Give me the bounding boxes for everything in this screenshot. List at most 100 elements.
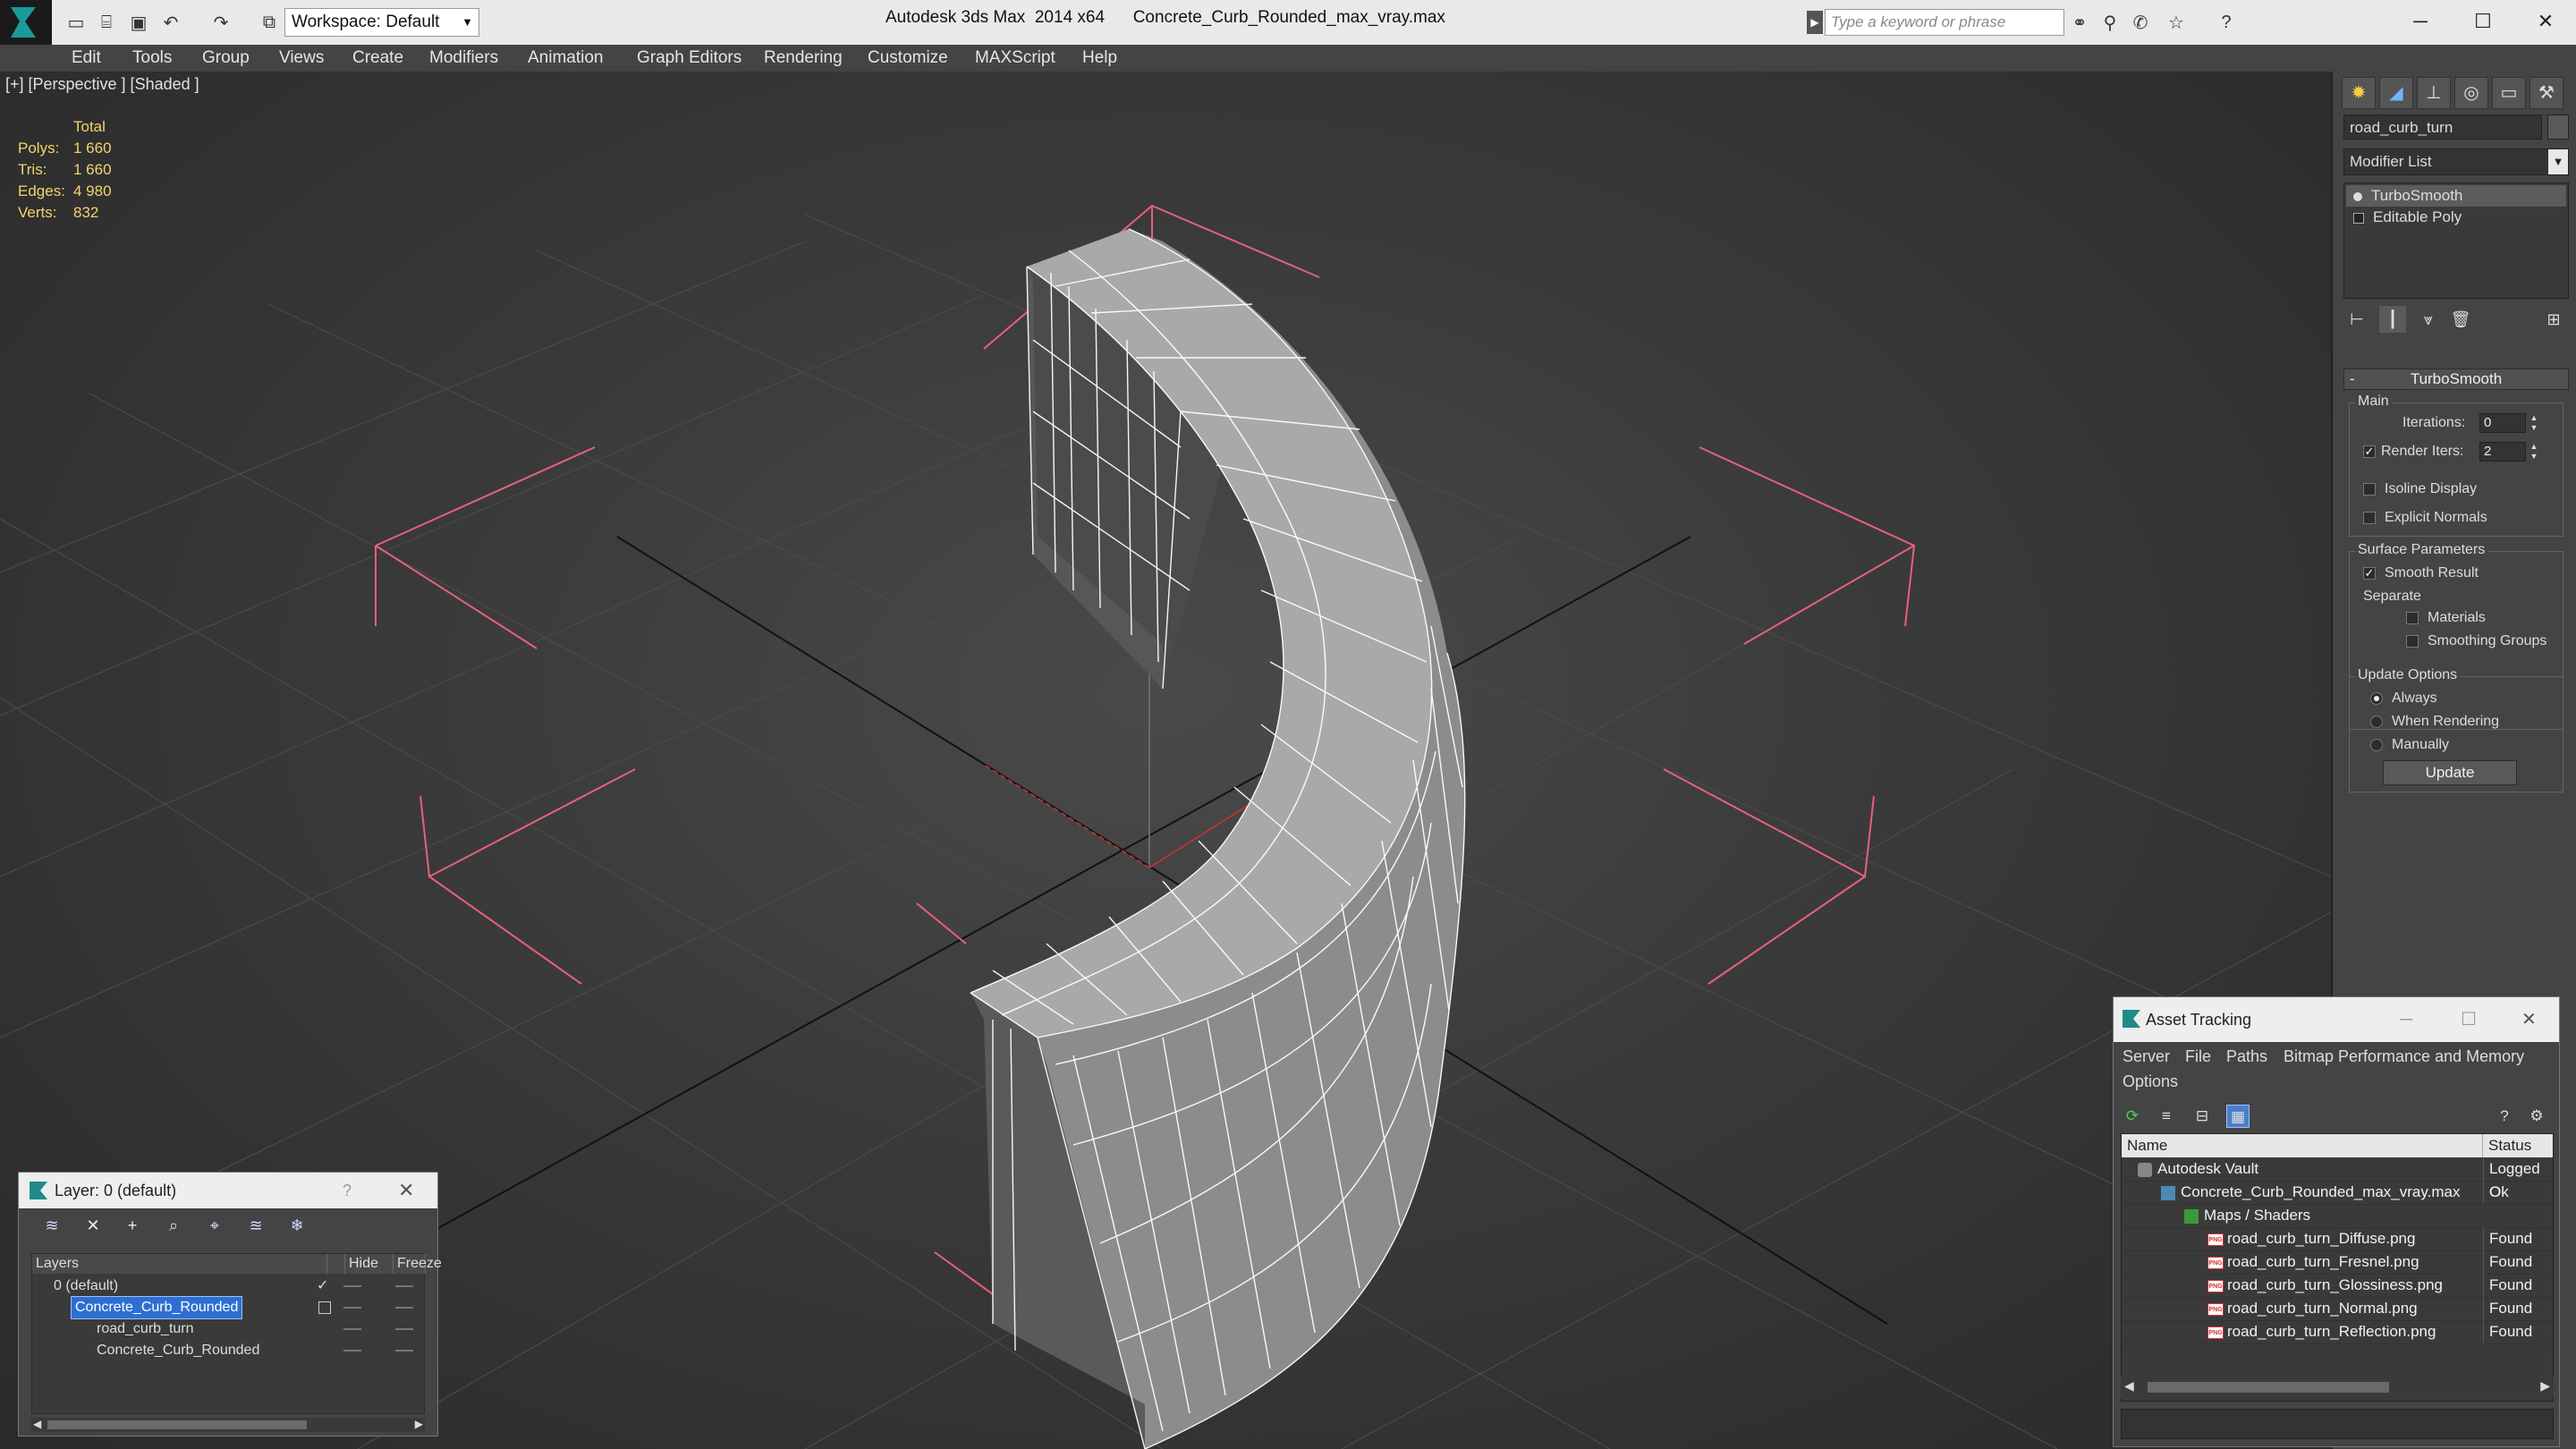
modifier-list-dropdown[interactable]: Modifier List ▼ <box>2343 148 2569 175</box>
freeze-all-icon[interactable]: ❄ <box>285 1214 309 1237</box>
column-header-freeze[interactable]: Freeze <box>394 1254 442 1274</box>
close-icon[interactable]: ✕ <box>2519 4 2572 39</box>
column-header-name[interactable]: Name <box>2122 1134 2483 1157</box>
menu-help[interactable]: Help <box>1082 45 1117 72</box>
hierarchy-tab-icon[interactable]: ⊥ <box>2417 77 2451 109</box>
menu-edit[interactable]: Edit <box>72 45 101 72</box>
layer-row[interactable]: road_curb_turn <box>32 1318 424 1340</box>
hide-toggle[interactable] <box>343 1350 361 1352</box>
asset-row[interactable]: Autodesk Vault Logged O <box>2122 1157 2553 1204</box>
add-to-layer-icon[interactable]: + <box>121 1214 144 1237</box>
redo-icon[interactable]: ↷ <box>209 11 233 34</box>
turbosmooth-rollout-header[interactable]: - TurboSmooth <box>2343 369 2569 390</box>
freeze-toggle[interactable] <box>395 1350 413 1352</box>
modify-tab-icon[interactable]: ◢ <box>2379 77 2413 109</box>
freeze-toggle[interactable] <box>395 1285 413 1287</box>
hide-toggle[interactable] <box>343 1285 361 1287</box>
scrollbar-thumb[interactable] <box>2148 1382 2389 1393</box>
isoline-display-checkbox[interactable] <box>2363 483 2376 496</box>
column-header-status[interactable]: Status <box>2483 1134 2553 1157</box>
freeze-toggle[interactable] <box>395 1328 413 1330</box>
materials-checkbox[interactable] <box>2406 612 2419 624</box>
hide-toggle[interactable] <box>343 1328 361 1330</box>
open-file-icon[interactable]: ⌸ <box>95 11 118 34</box>
manually-radio[interactable] <box>2370 739 2383 751</box>
menu-customize[interactable]: Customize <box>868 45 948 72</box>
create-tab-icon[interactable]: ✹ <box>2342 77 2376 109</box>
asset-row[interactable]: PNG road_curb_turn_Fresnel.png Found <box>2122 1250 2553 1275</box>
new-file-icon[interactable]: ▭ <box>64 11 88 34</box>
smoothing-groups-checkbox[interactable] <box>2406 635 2419 648</box>
update-button[interactable]: Update <box>2383 760 2517 785</box>
layer-window-titlebar[interactable]: Layer: 0 (default) ? ✕ <box>19 1173 437 1208</box>
save-file-icon[interactable]: ▣ <box>127 11 150 34</box>
select-objects-icon[interactable]: ⌕ <box>162 1214 185 1237</box>
lightbulb-icon[interactable] <box>2353 191 2362 201</box>
freeze-toggle[interactable] <box>395 1307 413 1309</box>
motion-tab-icon[interactable]: ◎ <box>2454 77 2488 109</box>
menu-bitmap-performance[interactable]: Bitmap Performance and Memory <box>2284 1047 2524 1066</box>
menu-options[interactable]: Options <box>2123 1072 2178 1091</box>
menu-tools[interactable]: Tools <box>132 45 172 72</box>
expand-box-icon[interactable] <box>2353 212 2364 224</box>
menu-group[interactable]: Group <box>202 45 250 72</box>
details-view-icon[interactable]: ⊟ <box>2190 1105 2214 1128</box>
asset-window-titlebar[interactable]: Asset Tracking ─ ☐ ✕ <box>2114 997 2559 1042</box>
layer-horizontal-scrollbar[interactable]: ◀ ▶ <box>31 1418 425 1432</box>
render-iters-spinner[interactable]: 2 <box>2479 442 2526 462</box>
column-header-hide[interactable]: Hide <box>345 1254 394 1274</box>
object-color-swatch[interactable] <box>2547 114 2569 140</box>
spinner-arrows-icon[interactable]: ▲ ▼ <box>2528 442 2540 462</box>
pin-stack-icon[interactable]: ⊢ <box>2343 306 2370 333</box>
asset-row[interactable]: PNG road_curb_turn_Normal.png Found <box>2122 1297 2553 1321</box>
always-radio[interactable] <box>2370 692 2383 705</box>
layer-row[interactable]: 0 (default) ✓ <box>32 1275 424 1297</box>
object-name-field[interactable]: road_curb_turn <box>2343 114 2542 140</box>
search-input[interactable]: Type a keyword or phrase <box>1825 9 2064 36</box>
viewport-label[interactable]: [+] [Perspective ] [Shaded ] <box>5 75 199 94</box>
asset-horizontal-scrollbar[interactable]: ◀ ▶ <box>2121 1377 2554 1398</box>
asset-row[interactable]: PNG road_curb_turn_Glossiness.png Found <box>2122 1274 2553 1298</box>
table-view-icon[interactable]: ▦ <box>2226 1105 2250 1128</box>
help-button[interactable]: ? <box>343 1173 352 1208</box>
highlight-layer-icon[interactable]: ⌖ <box>203 1214 226 1237</box>
menu-graph-editors[interactable]: Graph Editors <box>637 45 741 72</box>
asset-row[interactable]: PNG road_curb_turn_Diffuse.png Found <box>2122 1227 2553 1251</box>
hide-toggle[interactable] <box>343 1307 361 1309</box>
menu-rendering[interactable]: Rendering <box>764 45 843 72</box>
close-icon[interactable]: ✕ <box>398 1173 414 1208</box>
column-header-layers[interactable]: Layers <box>32 1254 327 1274</box>
render-iters-checkbox[interactable]: ✓ <box>2363 445 2376 458</box>
stack-item-editable-poly[interactable]: Editable Poly <box>2346 207 2566 228</box>
hide-all-icon[interactable]: ≊ <box>244 1214 267 1237</box>
show-end-result-icon[interactable]: ┃ <box>2379 306 2406 333</box>
favorites-star-icon[interactable]: ☆ <box>2165 11 2188 34</box>
spinner-arrows-icon[interactable]: ▲ ▼ <box>2528 413 2540 433</box>
help-icon[interactable]: ? <box>2493 1105 2516 1128</box>
workspace-dropdown[interactable]: Workspace: Default ▼ <box>284 8 479 37</box>
minimize-icon[interactable]: ─ <box>2400 997 2412 1042</box>
scroll-left-icon[interactable]: ◀ <box>2124 1378 2134 1394</box>
column-header-current[interactable] <box>327 1254 345 1274</box>
subscription-icon[interactable]: ⚲ <box>2098 11 2122 34</box>
asset-row[interactable]: PNG road_curb_turn_Reflection.png Found <box>2122 1320 2553 1344</box>
vault-connect-icon[interactable]: ⚙ <box>2525 1105 2548 1128</box>
maximize-icon[interactable]: ☐ <box>2461 997 2477 1042</box>
asset-row[interactable]: Maps / Shaders <box>2122 1204 2553 1228</box>
refresh-icon[interactable]: ⟳ <box>2121 1105 2144 1128</box>
scrollbar-thumb[interactable] <box>47 1420 307 1429</box>
delete-layer-icon[interactable]: ✕ <box>81 1214 105 1237</box>
menu-views[interactable]: Views <box>279 45 324 72</box>
layer-row[interactable]: Concrete_Curb_Rounded <box>32 1296 424 1319</box>
when-rendering-radio[interactable] <box>2370 716 2383 728</box>
menu-maxscript[interactable]: MAXScript <box>975 45 1055 72</box>
project-folder-icon[interactable]: ⧉ <box>258 11 281 34</box>
help-icon[interactable]: ? <box>2215 11 2238 34</box>
scroll-left-icon[interactable]: ◀ <box>33 1418 41 1430</box>
menu-file[interactable]: File <box>2185 1047 2211 1066</box>
remove-modifier-icon[interactable]: 🗑 <box>2447 306 2474 333</box>
close-icon[interactable]: ✕ <box>2521 997 2537 1042</box>
maximize-icon[interactable]: ☐ <box>2456 4 2510 39</box>
minimize-icon[interactable]: ─ <box>2394 4 2447 39</box>
layer-row[interactable]: Concrete_Curb_Rounded <box>32 1340 424 1361</box>
